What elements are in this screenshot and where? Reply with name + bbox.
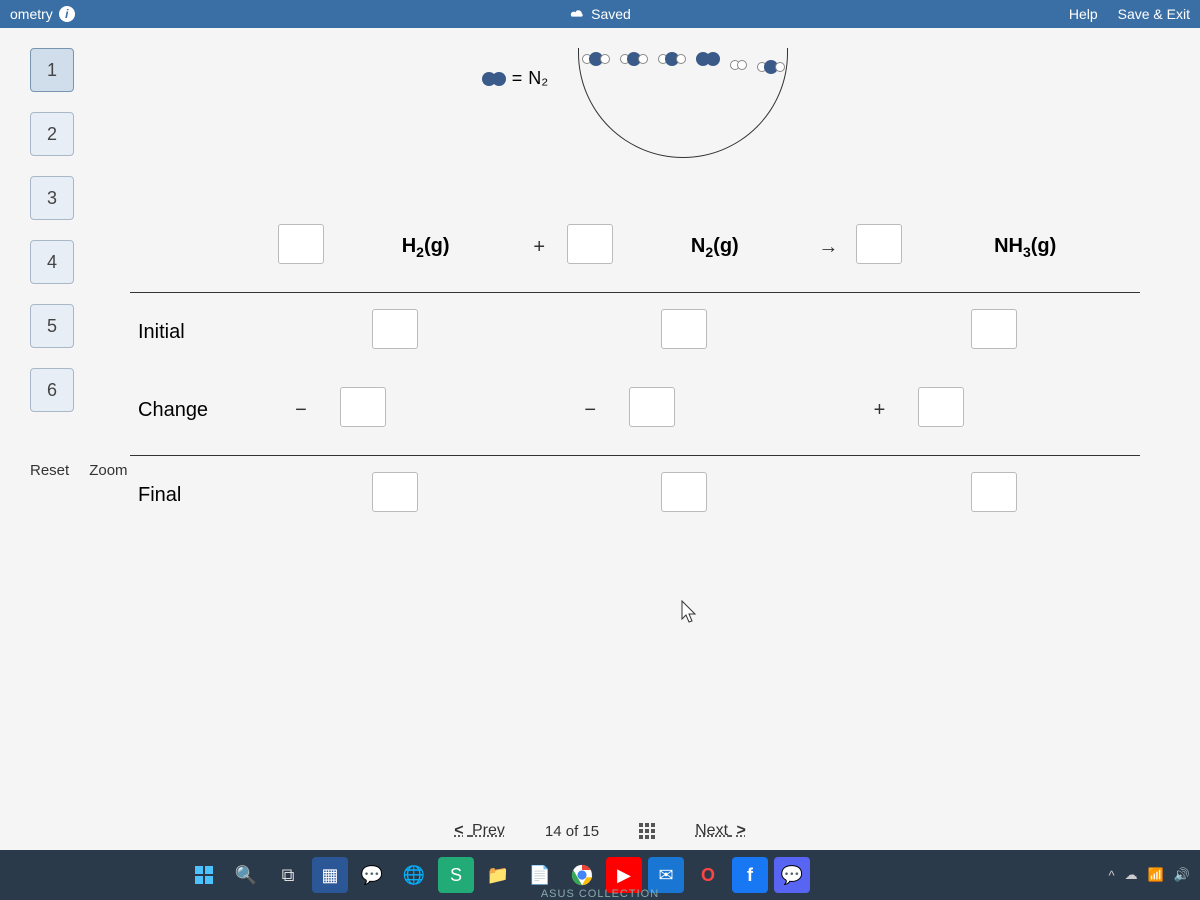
top-bar: ometry i Saved Help Save & Exit [0, 0, 1200, 28]
nh3-molecule-icon [582, 52, 610, 66]
search-icon[interactable]: 🔍 [228, 857, 264, 893]
initial-n2-input[interactable] [661, 309, 707, 349]
final-nh3-input[interactable] [971, 472, 1017, 512]
nh3-molecule-icon [757, 60, 785, 74]
h2-molecule-icon [730, 60, 747, 70]
row-final-label: Final [130, 456, 270, 535]
change-n2-sign: − [559, 371, 621, 456]
step-5-button[interactable]: 5 [30, 304, 74, 348]
store-icon[interactable]: S [438, 857, 474, 893]
facebook-icon[interactable]: f [732, 857, 768, 893]
opera-icon[interactable]: O [690, 857, 726, 893]
pagination-nav: < Prev 14 of 15 Next > [0, 822, 1200, 840]
initial-nh3-input[interactable] [971, 309, 1017, 349]
initial-h2-input[interactable] [372, 309, 418, 349]
change-nh3-sign: + [848, 371, 910, 456]
app-title-fragment: ometry [10, 6, 53, 22]
change-n2-input[interactable] [629, 387, 675, 427]
chat-icon[interactable]: 💬 [354, 857, 390, 893]
legend-n2: = N₂ [482, 68, 549, 89]
nh3-molecule-icon [658, 52, 686, 66]
save-exit-link[interactable]: Save & Exit [1118, 6, 1190, 22]
nh3-molecule-icon [620, 52, 648, 66]
final-n2-input[interactable] [661, 472, 707, 512]
taskbar-label: ASUS COLLECTION [541, 888, 659, 900]
step-4-button[interactable]: 4 [30, 240, 74, 284]
wifi-icon[interactable]: 📶 [1148, 867, 1164, 883]
species-n2: N2(g) [691, 235, 739, 257]
next-button[interactable]: Next > [695, 822, 750, 840]
chevron-right-icon: > [736, 822, 745, 839]
legend-equals: = [512, 68, 523, 89]
n2-molecule-icon [696, 52, 720, 66]
change-h2-input[interactable] [340, 387, 386, 427]
coef-h2-input[interactable] [278, 224, 324, 264]
widgets-icon[interactable]: ▦ [312, 857, 348, 893]
ice-table: H2(g) + N2(g) → NH3(g) Initial Change − [130, 208, 1140, 534]
help-link[interactable]: Help [1069, 6, 1098, 22]
prev-button[interactable]: < Prev [450, 822, 505, 840]
species-nh3: NH3(g) [994, 235, 1056, 257]
info-icon[interactable]: i [59, 6, 75, 22]
legend-n2-label: N₂ [528, 68, 548, 89]
main-area: 1 2 3 4 5 6 Reset Zoom = N₂ [0, 28, 1200, 850]
onedrive-icon[interactable]: ☁ [1125, 867, 1138, 883]
grid-view-icon[interactable] [639, 823, 655, 839]
prev-label: Prev [472, 822, 505, 839]
row-change-label: Change [130, 371, 270, 456]
coef-nh3-input[interactable] [856, 224, 902, 264]
arrow-operator: → [808, 208, 848, 293]
page-count: 14 of 15 [545, 823, 599, 840]
final-h2-input[interactable] [372, 472, 418, 512]
windows-start-icon[interactable] [186, 857, 222, 893]
plus-operator: + [519, 208, 559, 293]
chevron-up-icon[interactable]: ^ [1109, 868, 1115, 883]
step-sidebar: 1 2 3 4 5 6 Reset Zoom [0, 28, 90, 850]
system-tray[interactable]: ^ ☁ 📶 🔊 [1109, 867, 1190, 883]
molecule-diagram [578, 48, 788, 158]
chevron-left-icon: < [454, 822, 463, 839]
volume-icon[interactable]: 🔊 [1174, 867, 1190, 883]
step-1-button[interactable]: 1 [30, 48, 74, 92]
row-initial-label: Initial [130, 293, 270, 372]
step-3-button[interactable]: 3 [30, 176, 74, 220]
file-explorer-icon[interactable]: 📁 [480, 857, 516, 893]
species-h2: H2(g) [402, 235, 450, 257]
step-6-button[interactable]: 6 [30, 368, 74, 412]
reset-button[interactable]: Reset [30, 462, 69, 479]
coef-n2-input[interactable] [567, 224, 613, 264]
next-label: Next [695, 822, 728, 839]
windows-taskbar: 🔍 ⧉ ▦ 💬 🌐 S 📁 📄 ▶ ✉ O f 💬 ^ ☁ 📶 🔊 ASUS C… [0, 850, 1200, 900]
change-h2-sign: − [270, 371, 332, 456]
change-nh3-input[interactable] [918, 387, 964, 427]
discord-icon[interactable]: 💬 [774, 857, 810, 893]
task-view-icon[interactable]: ⧉ [270, 857, 306, 893]
content-area: = N₂ H2(g) + N2(g) → [90, 28, 1200, 850]
saved-status: Saved [591, 6, 631, 22]
step-2-button[interactable]: 2 [30, 112, 74, 156]
cloud-saved-icon [569, 6, 585, 22]
edge-icon[interactable]: 🌐 [396, 857, 432, 893]
